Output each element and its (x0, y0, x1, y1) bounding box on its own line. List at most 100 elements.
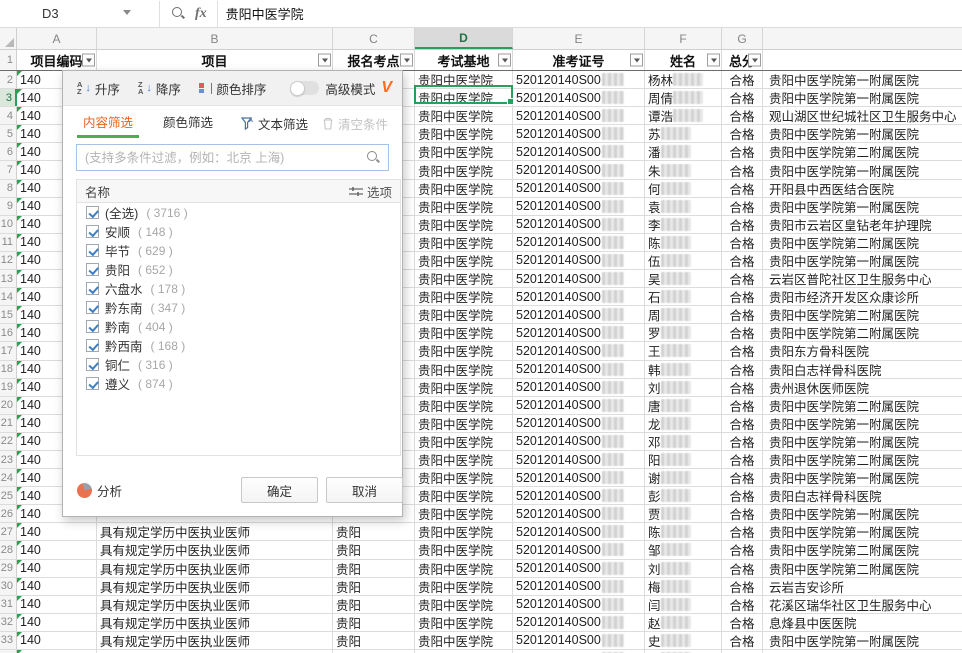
cell-G7[interactable]: 合格 (722, 161, 763, 178)
row-number-24[interactable]: 24 (0, 469, 17, 486)
row-number-13[interactable]: 13 (0, 270, 17, 287)
cell-A33[interactable]: 140 (17, 632, 97, 649)
cell-G4[interactable]: 合格 (722, 107, 763, 124)
filter-list-item[interactable]: 六盘水 ( 178 ) (77, 279, 400, 298)
cell-F8[interactable]: 何 (645, 180, 722, 197)
row-number-32[interactable]: 32 (0, 614, 17, 631)
row-number-27[interactable]: 27 (0, 523, 17, 540)
cell-G17[interactable]: 合格 (722, 342, 763, 359)
cell-B28[interactable]: 具有规定学历中医执业医师 (97, 541, 333, 558)
row-number-18[interactable]: 18 (0, 361, 17, 378)
select-all-corner[interactable] (0, 28, 17, 49)
cell-C29[interactable]: 贵阳 (333, 560, 415, 577)
cell-E22[interactable]: 520120140S00 (513, 433, 645, 450)
cell-D32[interactable]: 贵阳中医学院 (415, 614, 513, 631)
row-number-20[interactable]: 20 (0, 397, 17, 414)
cell-D13[interactable]: 贵阳中医学院 (415, 270, 513, 287)
cell-H29[interactable]: 贵阳中医学院第二附属医院 (763, 560, 962, 577)
cell-F21[interactable]: 龙 (645, 415, 722, 432)
cell-C27[interactable]: 贵阳 (333, 523, 415, 540)
checkbox-checked-icon[interactable] (86, 339, 99, 352)
cell-F10[interactable]: 李 (645, 216, 722, 233)
cell-H20[interactable]: 贵阳中医学院第二附属医院 (763, 397, 962, 414)
cell-E29[interactable]: 520120140S00 (513, 560, 645, 577)
cell-H32[interactable]: 息烽县中医医院 (763, 614, 962, 631)
filter-list-item[interactable]: 铜仁 ( 316 ) (77, 355, 400, 374)
cell-H16[interactable]: 贵阳中医学院第二附属医院 (763, 324, 962, 341)
cell-F28[interactable]: 邹 (645, 541, 722, 558)
cell-E13[interactable]: 520120140S00 (513, 270, 645, 287)
row-number-2[interactable]: 2 (0, 71, 17, 88)
row-number-23[interactable]: 23 (0, 451, 17, 468)
row-number-28[interactable]: 28 (0, 541, 17, 558)
zoom-search-icon[interactable] (172, 7, 185, 20)
cell-G21[interactable]: 合格 (722, 415, 763, 432)
formula-bar[interactable]: 贵阳中医学院 (217, 1, 962, 27)
cell-E17[interactable]: 520120140S00 (513, 342, 645, 359)
cell-H2[interactable]: 贵阳中医学院第一附属医院 (763, 71, 962, 88)
cell-B32[interactable]: 具有规定学历中医执业医师 (97, 614, 333, 631)
column-letter-E[interactable]: E (513, 28, 645, 49)
cell-F30[interactable]: 梅 (645, 578, 722, 595)
cell-F14[interactable]: 石 (645, 288, 722, 305)
filter-list-item[interactable]: 安顺 ( 148 ) (77, 222, 400, 241)
filter-list-item[interactable]: 黔西南 ( 168 ) (77, 336, 400, 355)
filter-list-item[interactable]: 黔东南 ( 347 ) (77, 298, 400, 317)
cell-G26[interactable]: 合格 (722, 505, 763, 522)
cell-E11[interactable]: 520120140S00 (513, 234, 645, 251)
cell-E4[interactable]: 520120140S00 (513, 107, 645, 124)
cell-D26[interactable]: 贵阳中医学院 (415, 505, 513, 522)
cell-A32[interactable]: 140 (17, 614, 97, 631)
cell-H3[interactable]: 贵阳中医学院第一附属医院 (763, 89, 962, 106)
column-letter-h[interactable] (763, 28, 962, 49)
cell-H14[interactable]: 贵阳市经济开发区众康诊所 (763, 288, 962, 305)
cell-D3[interactable]: 贵阳中医学院 (415, 89, 513, 106)
header-cell-A[interactable]: 项目编码 (17, 50, 97, 70)
clear-filter-button[interactable]: 清空条件 (322, 114, 388, 133)
cell-D11[interactable]: 贵阳中医学院 (415, 234, 513, 251)
row-number-3[interactable]: 3 (0, 89, 17, 106)
cell-G25[interactable]: 合格 (722, 487, 763, 504)
row-number-17[interactable]: 17 (0, 342, 17, 359)
cell-G28[interactable]: 合格 (722, 541, 763, 558)
cell-F33[interactable]: 史 (645, 632, 722, 649)
row-number-14[interactable]: 14 (0, 288, 17, 305)
cell-G32[interactable]: 合格 (722, 614, 763, 631)
cell-A29[interactable]: 140 (17, 560, 97, 577)
header-cell-G[interactable]: 总分 (722, 50, 763, 70)
cell-F3[interactable]: 周倩 (645, 89, 722, 106)
cell-G33[interactable]: 合格 (722, 632, 763, 649)
row-number-30[interactable]: 30 (0, 578, 17, 595)
cell-F32[interactable]: 赵 (645, 614, 722, 631)
cell-D25[interactable]: 贵阳中医学院 (415, 487, 513, 504)
row-number-16[interactable]: 16 (0, 324, 17, 341)
row-number-4[interactable]: 4 (0, 107, 17, 124)
cell-C32[interactable]: 贵阳 (333, 614, 415, 631)
cell-H31[interactable]: 花溪区瑞华社区卫生服务中心 (763, 596, 962, 613)
row-number-29[interactable]: 29 (0, 560, 17, 577)
cell-F27[interactable]: 陈 (645, 523, 722, 540)
cell-D19[interactable]: 贵阳中医学院 (415, 379, 513, 396)
cell-H4[interactable]: 观山湖区世纪城社区卫生服务中心 (763, 107, 962, 124)
row-number-11[interactable]: 11 (0, 234, 17, 251)
cell-G12[interactable]: 合格 (722, 252, 763, 269)
cell-G24[interactable]: 合格 (722, 469, 763, 486)
cell-F6[interactable]: 潘 (645, 143, 722, 160)
cell-G10[interactable]: 合格 (722, 216, 763, 233)
cell-H22[interactable]: 贵阳中医学院第一附属医院 (763, 433, 962, 450)
cell-F29[interactable]: 刘 (645, 560, 722, 577)
cell-G5[interactable]: 合格 (722, 125, 763, 142)
sort-descending-button[interactable]: ZA ↓ 降序 (138, 79, 181, 98)
cell-D15[interactable]: 贵阳中医学院 (415, 306, 513, 323)
cell-E30[interactable]: 520120140S00 (513, 578, 645, 595)
cell-E15[interactable]: 520120140S00 (513, 306, 645, 323)
cell-G29[interactable]: 合格 (722, 560, 763, 577)
cell-B29[interactable]: 具有规定学历中医执业医师 (97, 560, 333, 577)
cell-E6[interactable]: 520120140S00 (513, 143, 645, 160)
cell-G13[interactable]: 合格 (722, 270, 763, 287)
cell-B27[interactable]: 具有规定学历中医执业医师 (97, 523, 333, 540)
header-cell-D[interactable]: 考试基地 (415, 50, 513, 70)
cell-G27[interactable]: 合格 (722, 523, 763, 540)
cell-C30[interactable]: 贵阳 (333, 578, 415, 595)
checkbox-checked-icon[interactable] (86, 358, 99, 371)
